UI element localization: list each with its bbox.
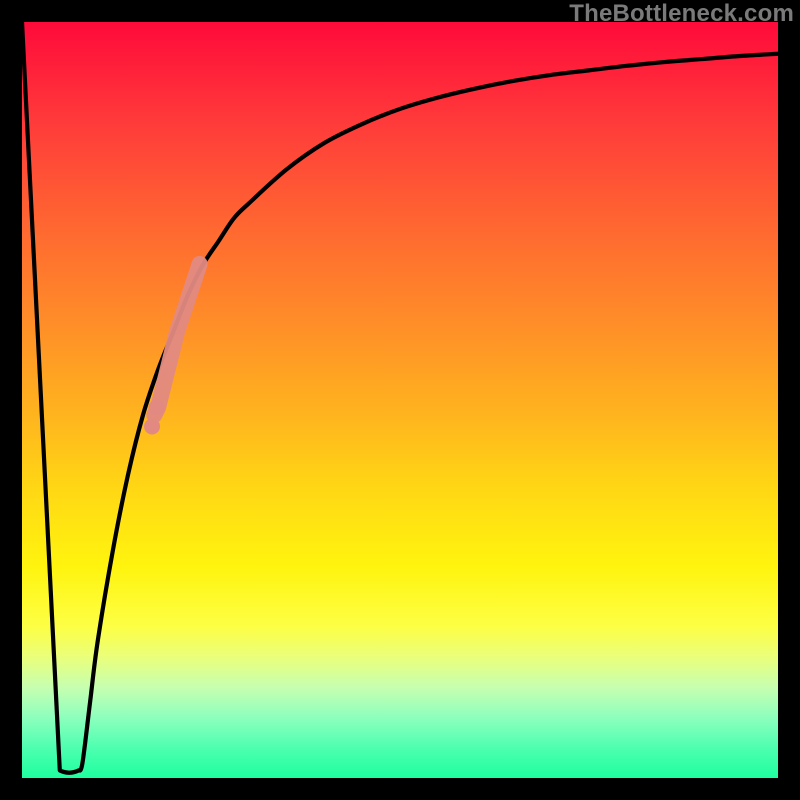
highlight-dot [149,400,165,416]
highlight-layer [144,264,200,435]
plot-area [22,22,778,778]
bottleneck-curve [22,22,778,773]
curve-layer [22,22,778,773]
watermark-text: TheBottleneck.com [569,0,794,28]
chart-frame: TheBottleneck.com [0,0,800,800]
highlight-dot [144,418,160,434]
chart-svg [22,22,778,778]
highlight-stroke [154,264,199,415]
